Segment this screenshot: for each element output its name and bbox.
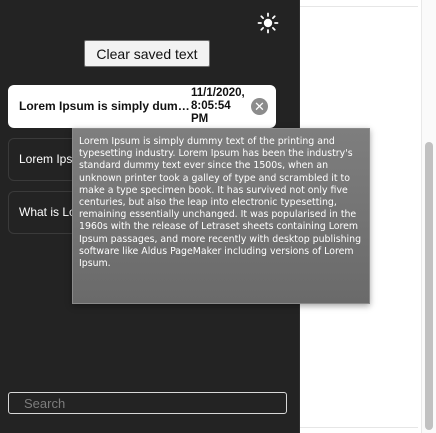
saved-entry-text: Lorem Ipsum is simply dummy text of the …: [19, 99, 191, 113]
sun-icon[interactable]: [257, 12, 279, 34]
entry-tooltip: Lorem Ipsum is simply dummy text of the …: [72, 128, 370, 304]
search-input[interactable]: [8, 392, 287, 414]
clear-saved-text-button[interactable]: Clear saved text: [84, 40, 210, 67]
page-scrollbar-thumb[interactable]: [425, 142, 433, 430]
saved-entry[interactable]: Lorem Ipsum is simply dummy text of the …: [8, 85, 276, 128]
close-icon[interactable]: ✕: [251, 98, 268, 115]
saved-entry-timestamp: 11/1/2020, 8:05:54 PM: [191, 87, 245, 125]
